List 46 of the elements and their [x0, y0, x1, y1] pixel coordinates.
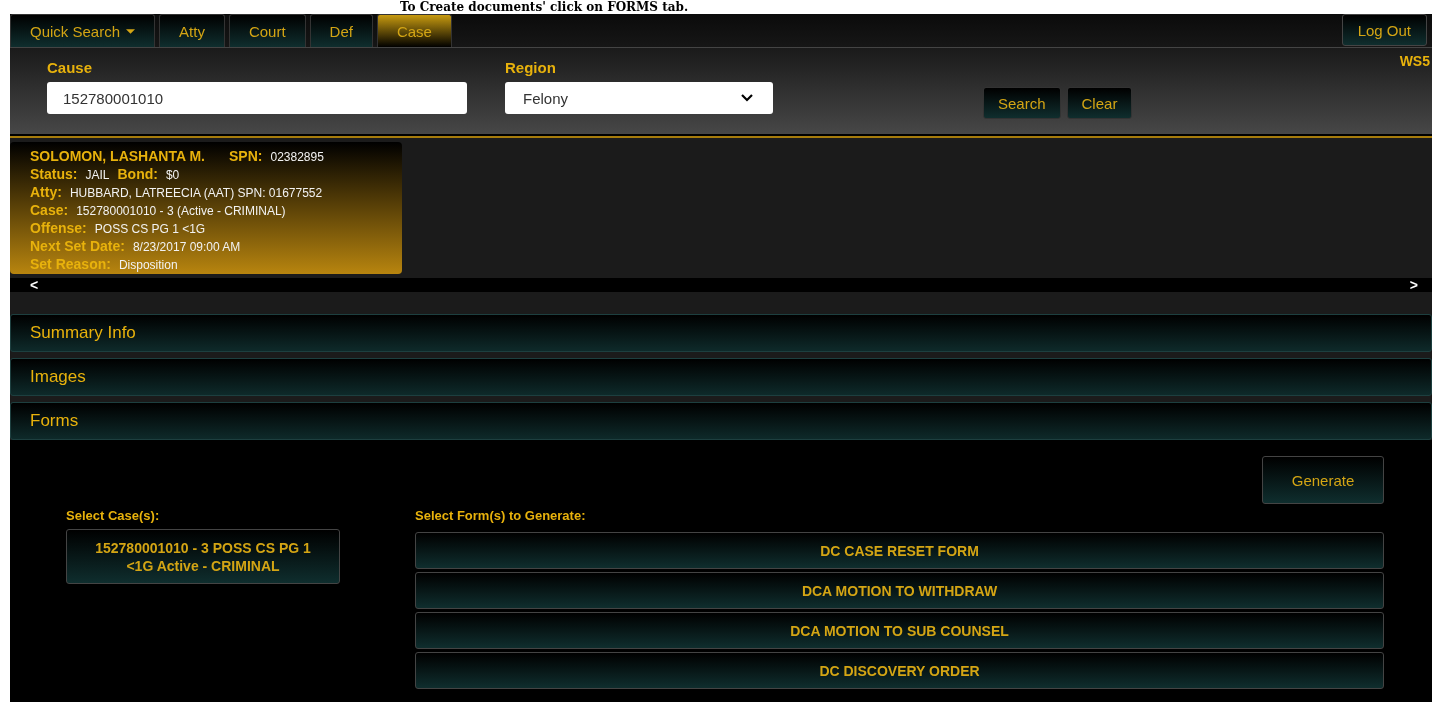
field-value: JAIL	[85, 167, 110, 184]
field-label: Cause	[47, 59, 94, 76]
field-label: Set Reason:	[30, 256, 111, 273]
case-card[interactable]	[10, 142, 402, 274]
field-value: $0	[165, 167, 180, 184]
section-label: Select Case(s):	[66, 508, 160, 523]
generate-button[interactable]: Generate	[1262, 456, 1384, 504]
section-label: Select Form(s) to Generate:	[415, 508, 587, 523]
action-button[interactable]: Clear	[1066, 87, 1133, 119]
scroll-right-arrow[interactable]: >	[1409, 278, 1418, 292]
field-value: 02382895	[270, 149, 324, 166]
caption-text: To Create documents' click on FORMS tab.	[400, 0, 689, 14]
case-option[interactable]: 152780001010 - 3 POSS CS PG 1 <1G Active - CRIMINAL	[66, 529, 340, 584]
field-label: SPN:	[229, 148, 263, 165]
form-option[interactable]: DCA MOTION TO SUB COUNSEL	[415, 612, 1384, 649]
field-label: Region	[505, 59, 557, 76]
field-value: 8/23/2017 09:00 AM	[132, 239, 241, 256]
nav-tab[interactable]: Case	[376, 14, 452, 47]
field-value: HUBBARD, LATREECIA (AAT) SPN: 01677552	[69, 185, 323, 202]
field-value: Disposition	[118, 257, 178, 274]
defendant-name: SOLOMON, LASHANTA M.	[30, 148, 205, 165]
field-label: Bond:	[117, 166, 158, 183]
field-value: POSS CS PG 1 <1G	[94, 221, 206, 238]
field-label: Case:	[30, 202, 69, 219]
region-dropdown[interactable]: Felony	[505, 82, 773, 114]
logout-button[interactable]: Log Out	[1341, 14, 1427, 46]
cause-field[interactable]: 152780001010	[47, 82, 467, 114]
field-label: Status:	[30, 166, 78, 183]
section-header[interactable]: Images	[10, 358, 1432, 396]
nav-tab[interactable]: Def	[309, 14, 373, 47]
chevron-down-icon	[741, 94, 753, 102]
scroll-left-arrow[interactable]: <	[30, 278, 39, 292]
action-button[interactable]: Search	[983, 87, 1061, 119]
form-option[interactable]: DC DISCOVERY ORDER	[415, 652, 1384, 689]
section-header[interactable]: Summary Info	[10, 314, 1432, 352]
workstation-label: WS5	[1399, 52, 1430, 69]
field-value: 152780001010 - 3 (Active - CRIMINAL)	[76, 203, 286, 220]
field-label: Offense:	[30, 220, 87, 237]
nav-tab[interactable]: Quick Search	[10, 14, 156, 47]
section-header[interactable]: Forms	[10, 402, 1432, 440]
form-option[interactable]: DCA MOTION TO WITHDRAW	[415, 572, 1384, 609]
nav-tab[interactable]: Atty	[159, 14, 225, 47]
field-label: Atty:	[30, 184, 62, 201]
form-option[interactable]: DC CASE RESET FORM	[415, 532, 1384, 569]
field-label: Next Set Date:	[30, 238, 125, 255]
nav-tab[interactable]: Court	[228, 14, 306, 47]
